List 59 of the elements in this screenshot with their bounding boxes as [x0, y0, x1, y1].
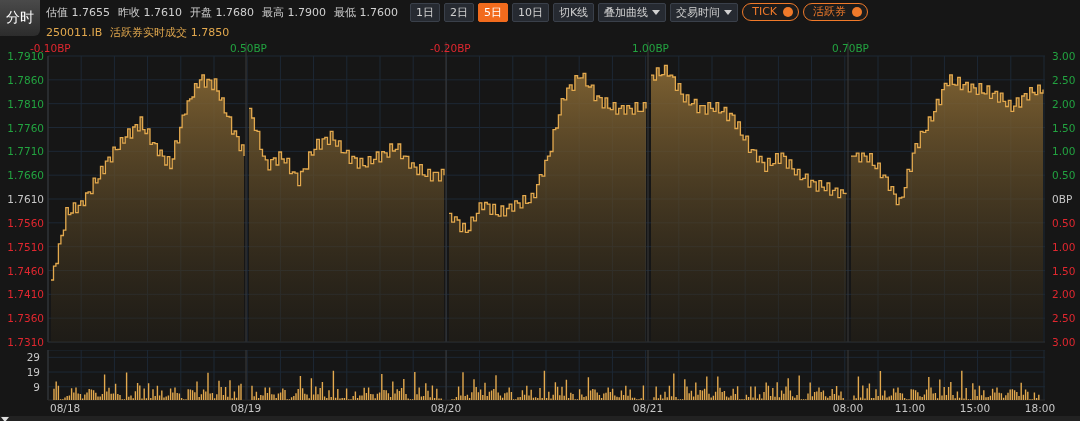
bp-axis-label: 1.00 — [1052, 240, 1076, 253]
toggle-button[interactable]: TICK — [742, 2, 800, 21]
time-axis-label: 18:00 — [1024, 402, 1056, 414]
dropdown[interactable]: 叠加曲线 — [598, 2, 667, 22]
stat-text: 最高 1.7900 — [262, 4, 326, 20]
price-axis-label: 1.7660 — [7, 169, 44, 182]
bp-axis-label: 0.50 — [1052, 216, 1076, 229]
dropdown[interactable]: 交易时间 — [670, 2, 739, 22]
bp-axis-label: 3.00 — [1052, 50, 1076, 62]
time-axis-label: 08/18 — [50, 402, 81, 414]
bp-axis-label: 2.00 — [1052, 97, 1076, 110]
volume-axis-label: 29 — [26, 351, 40, 364]
bp-axis-label: 1.50 — [1052, 264, 1076, 277]
caret-icon — [652, 9, 661, 15]
live-trade-text: 活跃券实时成交 1.7850 — [110, 24, 230, 40]
toggle-button[interactable]: 活跃券 — [803, 2, 869, 21]
price-axis-label: 1.7560 — [7, 216, 44, 229]
mode-tab[interactable]: 分时 — [0, 0, 40, 36]
period-button[interactable]: 10日 — [512, 2, 549, 22]
price-axis-label: 1.7760 — [7, 121, 44, 134]
price-axis-label: 1.7510 — [7, 240, 44, 253]
caret-icon — [724, 9, 733, 15]
period-button[interactable]: 1日 — [410, 2, 440, 22]
time-axis-label: 08/19 — [230, 402, 262, 414]
bp-axis-label: 2.00 — [1052, 288, 1076, 301]
price-axis-label: 1.7360 — [7, 312, 44, 325]
bp-axis-label: 0.50 — [1052, 169, 1076, 182]
price-axis-label: 1.7710 — [7, 145, 44, 158]
stat-text: 最低 1.7600 — [334, 4, 398, 20]
dropdown-triangle-icon[interactable] — [0, 416, 10, 421]
day-change-label: 0.70BP — [832, 42, 869, 54]
stat-text: 估值 1.7655 — [46, 4, 110, 20]
day-change-label: 0.50BP — [230, 42, 267, 54]
bp-axis-label: 2.50 — [1052, 73, 1076, 86]
time-axis-label: 08:00 — [832, 402, 864, 414]
period-button[interactable]: 切K线 — [553, 2, 595, 22]
time-axis-label: 15:00 — [959, 402, 991, 414]
price-axis-label: 1.7610 — [7, 193, 44, 205]
volume-axis-label: 19 — [26, 366, 40, 379]
time-axis-label: 08/21 — [632, 402, 664, 414]
bp-axis-label: 0BP — [1052, 193, 1073, 205]
price-axis-label: 1.7860 — [7, 73, 44, 86]
period-button[interactable]: 2日 — [444, 2, 474, 22]
bp-axis-label: 1.50 — [1052, 121, 1076, 134]
bond-code: 250011.IB — [46, 25, 103, 39]
volume-axis-label: 9 — [33, 380, 40, 393]
bp-axis-label: 2.50 — [1052, 312, 1076, 325]
bp-axis-label: 3.00 — [1052, 336, 1076, 348]
price-axis-label: 1.7460 — [7, 264, 44, 277]
price-axis-label: 1.7310 — [7, 336, 44, 348]
bp-axis-label: 1.00 — [1052, 145, 1076, 158]
stat-text: 开盘 1.7680 — [190, 4, 254, 20]
price-axis-label: 1.7410 — [7, 288, 44, 301]
time-axis-label: 08/20 — [430, 402, 462, 414]
time-axis-label: 11:00 — [894, 402, 926, 414]
price-axis-label: 1.7810 — [7, 97, 44, 110]
day-change-label: -0.20BP — [430, 42, 471, 54]
day-change-label: 1.00BP — [632, 42, 669, 54]
stat-text: 昨收 1.7610 — [118, 4, 182, 20]
